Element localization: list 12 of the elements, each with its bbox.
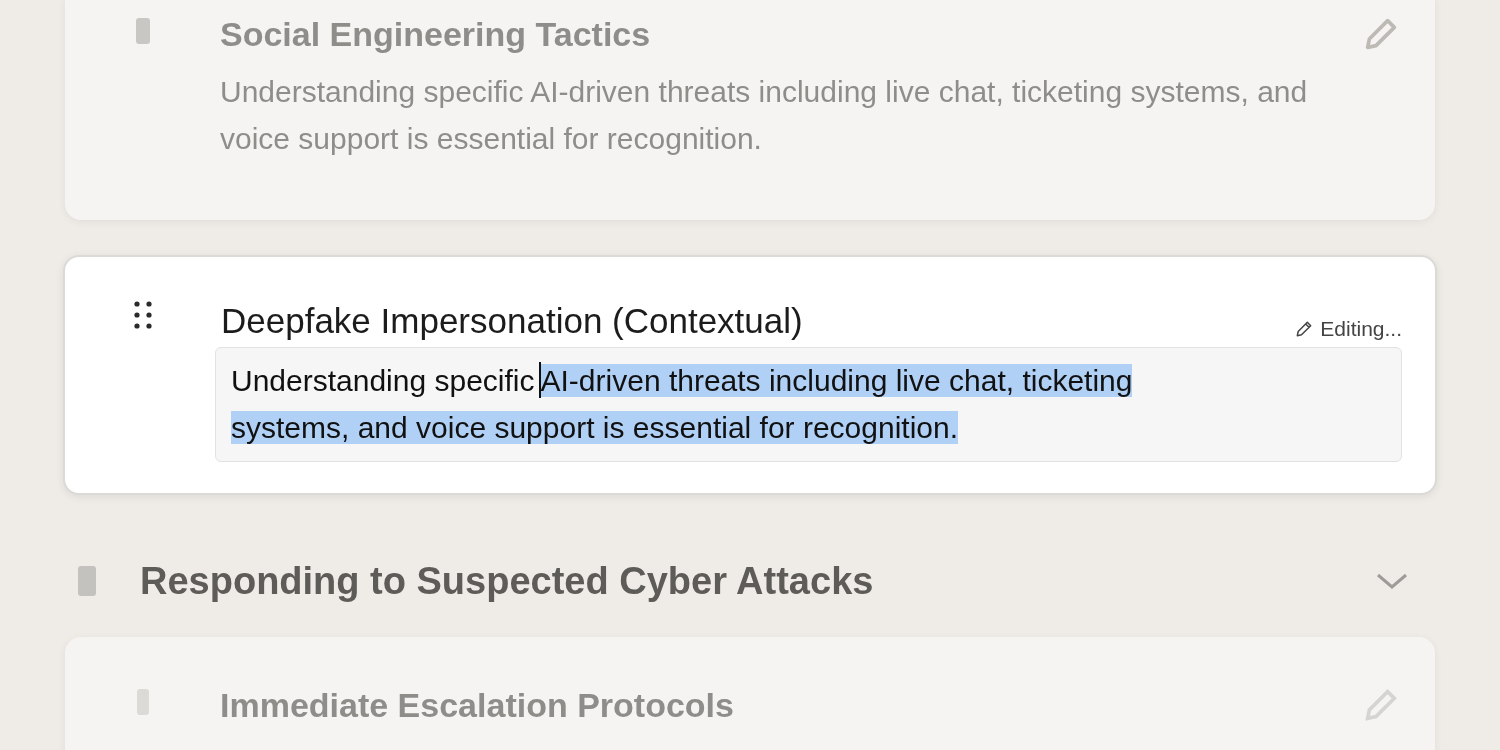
drag-handle-icon[interactable] [78, 566, 96, 596]
lesson-title: Social Engineering Tactics [220, 14, 651, 54]
drag-handle-icon[interactable] [134, 301, 152, 329]
lesson-description: Understanding specific AI-driven threats including live chat, ticketing systems, and voice support is essential for recognition. [220, 74, 1309, 157]
section-header[interactable]: Responding to Suspected Cyber Attacks [78, 545, 1410, 617]
editing-status: Editing... [1320, 317, 1402, 341]
description-field[interactable]: Understanding specific AI-driven threats including live chat, ticketing systems, and voice support is essential for recognition. [215, 347, 1402, 462]
lesson-title: Deepfake Impersonation (Contextual) [221, 301, 803, 341]
drag-handle-icon[interactable] [136, 689, 149, 715]
lesson-title: Immediate Escalation Protocols [220, 685, 734, 725]
section-title: Responding to Suspected Cyber Attacks [140, 559, 875, 603]
drag-handle-icon[interactable] [135, 18, 150, 44]
